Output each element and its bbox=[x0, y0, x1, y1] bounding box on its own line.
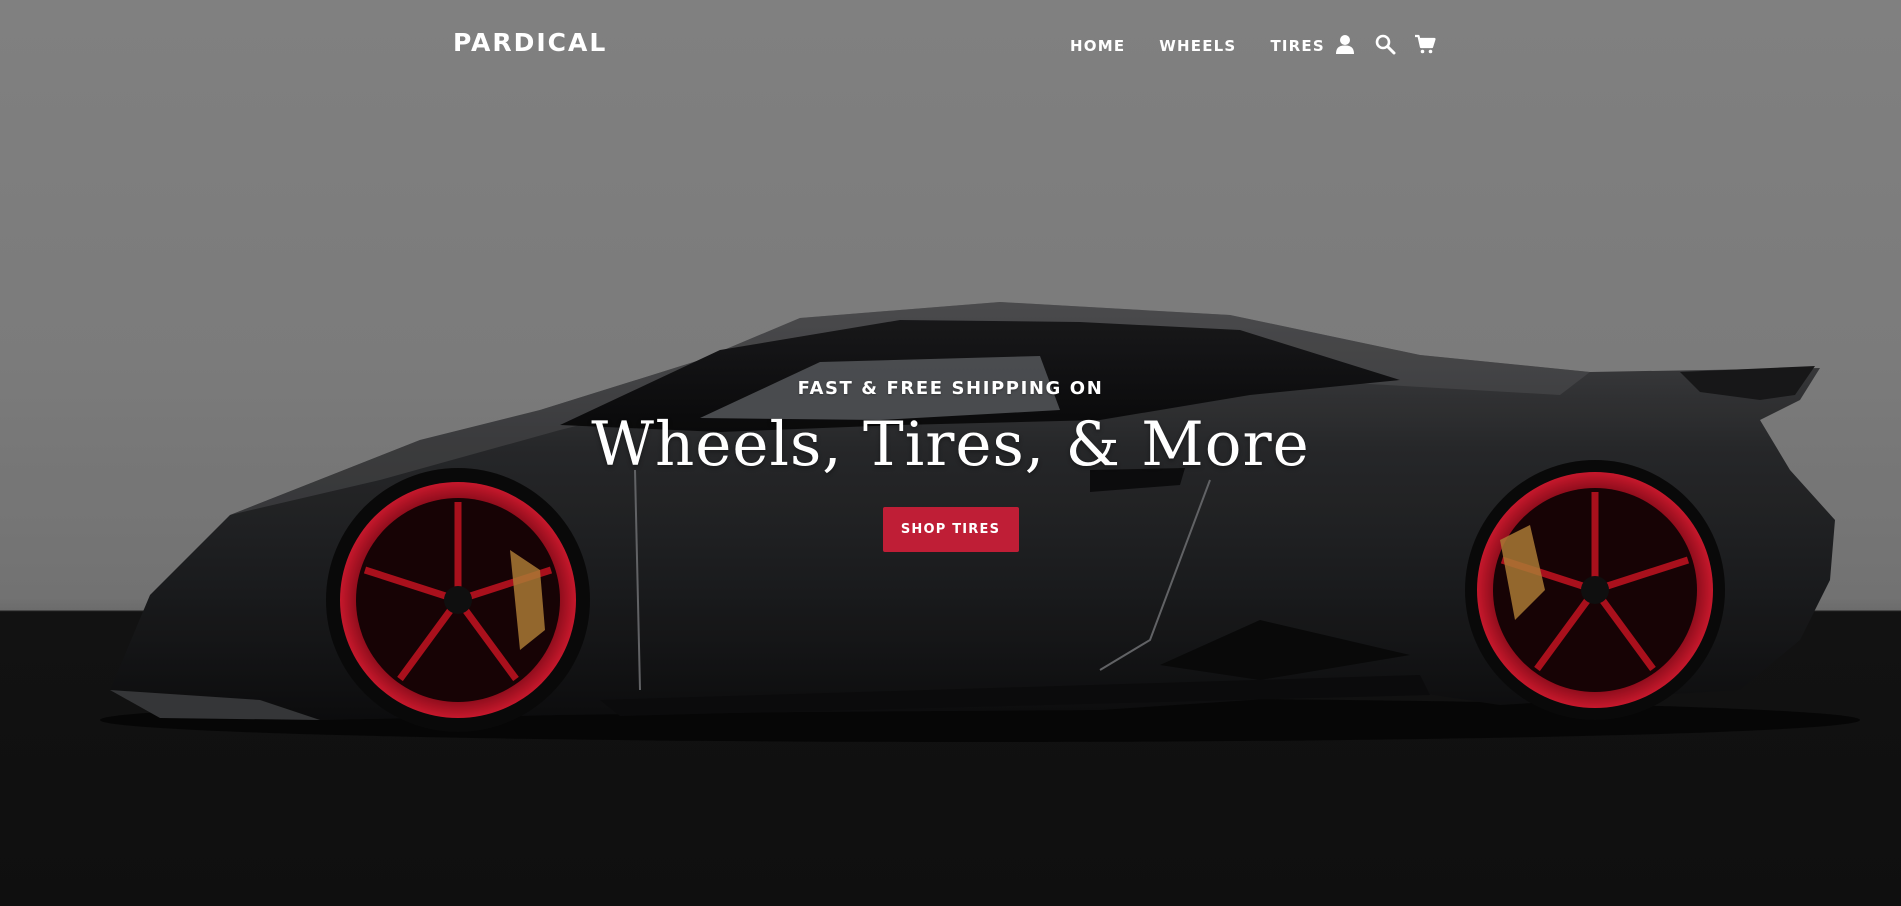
account-icon[interactable] bbox=[1334, 33, 1356, 55]
hero-content: FAST & FREE SHIPPING ON Wheels, Tires, &… bbox=[0, 378, 1901, 553]
nav-tires-link[interactable]: TIRES bbox=[1270, 37, 1324, 55]
nav-wheels-link[interactable]: WHEELS bbox=[1159, 37, 1236, 55]
cart-icon[interactable] bbox=[1414, 33, 1436, 55]
header-icons bbox=[1334, 33, 1436, 55]
main-nav: HOME WHEELS TIRES bbox=[1070, 37, 1325, 55]
hero-eyebrow: FAST & FREE SHIPPING ON bbox=[797, 378, 1104, 399]
brand-logo[interactable]: PARDICAL bbox=[453, 28, 607, 57]
shop-tires-button[interactable]: SHOP TIRES bbox=[882, 507, 1019, 553]
hero-banner: PARDICAL HOME WHEELS TIRES FAST & FREE S… bbox=[0, 0, 1901, 906]
nav-home-link[interactable]: HOME bbox=[1070, 37, 1125, 55]
site-header: PARDICAL HOME WHEELS TIRES bbox=[0, 0, 1901, 90]
hero-headline: Wheels, Tires, & More bbox=[591, 409, 1310, 480]
search-icon[interactable] bbox=[1374, 33, 1396, 55]
